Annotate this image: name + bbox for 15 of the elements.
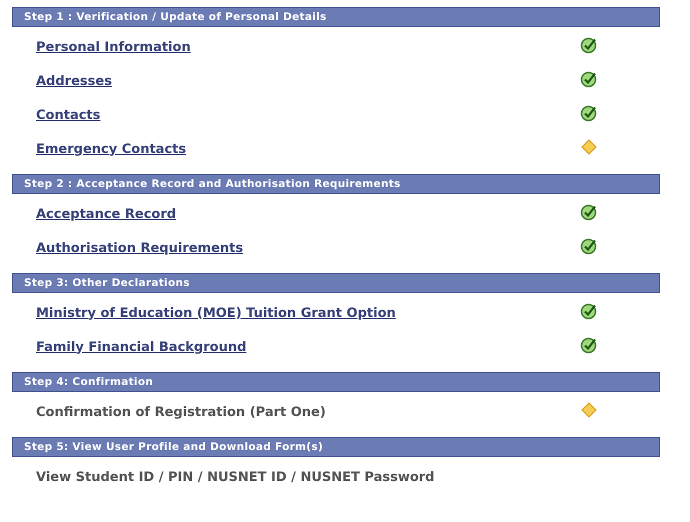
section-header: Step 2 : Acceptance Record and Authorisation Requirements — [12, 174, 660, 194]
task-link[interactable]: Contacts — [36, 108, 100, 122]
section-header: Step 4: Confirmation — [12, 372, 660, 392]
task-link[interactable]: Personal Information — [36, 40, 191, 54]
task-link[interactable]: Acceptance Record — [36, 206, 176, 222]
task-label: View Student ID / PIN / NUSNET ID / NUSNET Password — [36, 470, 434, 484]
task-link[interactable]: Emergency Contacts — [36, 142, 186, 156]
section-header: Step 5: View User Profile and Download Form(s) — [12, 437, 660, 457]
task-link[interactable]: Addresses — [36, 74, 112, 88]
task-link[interactable]: Ministry of Education (MOE) Tuition Grant Option — [36, 306, 396, 320]
task-label: Confirmation of Registration (Part One) — [36, 404, 326, 420]
section-header: Step 3: Other Declarations — [12, 273, 660, 293]
task-link[interactable]: Family Financial Background — [36, 340, 246, 354]
section-header: Step 1 : Verification / Update of Personal Details — [12, 7, 660, 27]
task-link[interactable]: Authorisation Requirements — [36, 240, 244, 256]
